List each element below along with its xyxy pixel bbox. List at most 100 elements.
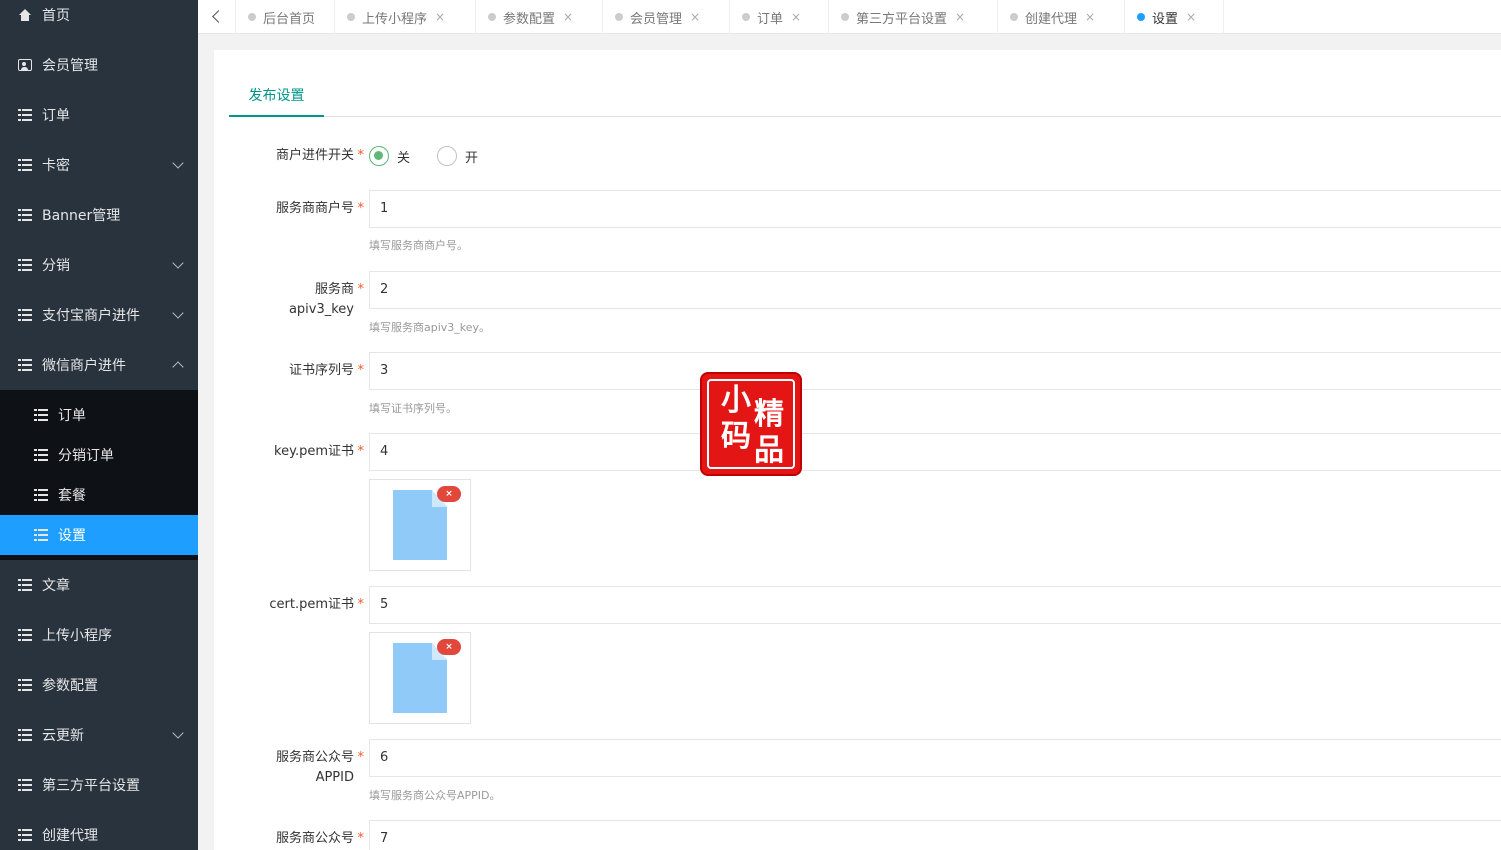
sidebar-item-articles[interactable]: 文章 (0, 560, 198, 610)
sidebar-item-params[interactable]: 参数配置 (0, 660, 198, 710)
tab-home[interactable]: 后台首页 (236, 0, 335, 34)
radio-circle (437, 146, 457, 166)
close-icon[interactable]: × (563, 10, 573, 24)
sidebar-item-label: 参数配置 (42, 678, 98, 694)
required-mark: * (357, 750, 365, 765)
sidebar-item-label: 支付宝商户进件 (42, 308, 140, 324)
tab-members[interactable]: 会员管理 × (603, 0, 730, 34)
cert-pem-upload-preview[interactable]: × (369, 632, 471, 724)
tab-params[interactable]: 参数配置 × (476, 0, 603, 34)
chevron-down-icon (172, 727, 184, 739)
appid-input[interactable]: 6 (369, 739, 1501, 777)
sidebar-item-distribution[interactable]: 分销 (0, 240, 198, 290)
sidebar-item-create-agent[interactable]: 创建代理 (0, 810, 198, 850)
sidebar-item-third-party[interactable]: 第三方平台设置 (0, 760, 198, 810)
required-mark: * (357, 831, 365, 846)
tab-label: 创建代理 (1025, 11, 1078, 27)
seal-char: 精 (754, 397, 784, 432)
cert-serial-input[interactable]: 3 (369, 352, 1501, 390)
form-tab-bar: 发布设置 (229, 76, 1501, 117)
sidebar-item-upload-miniprogram[interactable]: 上传小程序 (0, 610, 198, 660)
sidebar-item-members[interactable]: 会员管理 (0, 40, 198, 90)
field-label-text: 服务商 (314, 282, 354, 297)
apiv3-key-input[interactable]: 2 (369, 271, 1501, 309)
cert-pem-input[interactable]: 5 (369, 586, 1501, 624)
apiv3-key-label: 服务商 * apiv3_key (289, 280, 364, 320)
list-icon (18, 359, 32, 371)
sidebar-item-label: 微信商户进件 (42, 358, 126, 374)
close-icon[interactable]: × (690, 10, 700, 24)
close-icon[interactable]: × (435, 10, 445, 24)
tab-orders[interactable]: 订单 × (730, 0, 829, 34)
close-icon[interactable]: × (1186, 10, 1196, 24)
apiv3-key-tip: 填写服务商apiv3_key。 (369, 321, 491, 334)
list-icon (18, 159, 32, 171)
merchant-id-tip: 填写服务商商户号。 (369, 239, 468, 252)
tab-status-dot (248, 13, 256, 21)
tab-create-agent[interactable]: 创建代理 × (998, 0, 1125, 34)
tab-status-dot (488, 13, 496, 21)
close-icon[interactable]: × (1085, 10, 1095, 24)
sidebar-item-banner[interactable]: Banner管理 (0, 190, 198, 240)
sidebar: 首页 会员管理 订单 卡密 Banner管理 分销 支付宝商户进件 微信商户进件… (0, 0, 198, 850)
tab-status-dot (347, 13, 355, 21)
tab-scroll-left-button[interactable] (198, 0, 236, 34)
sidebar-item-orders[interactable]: 订单 (0, 90, 198, 140)
required-mark: * (357, 444, 365, 459)
sidebar-item-cards[interactable]: 卡密 (0, 140, 198, 190)
sidebar-item-label: 云更新 (42, 728, 84, 744)
official-account-input[interactable]: 7 (369, 820, 1501, 850)
submenu-item-settings[interactable]: 设置 (0, 515, 198, 555)
list-icon (34, 449, 48, 461)
official-account-label: 服务商公众号 * (276, 829, 364, 849)
sidebar-item-label: 卡密 (42, 158, 70, 174)
list-icon (18, 309, 32, 321)
radio-on-label: 开 (465, 150, 479, 166)
close-icon[interactable]: × (791, 10, 801, 24)
sidebar-item-label: 订单 (42, 108, 70, 124)
key-pem-upload-preview[interactable]: × (369, 479, 471, 571)
sidebar-item-label: 首页 (42, 8, 70, 24)
delete-file-button[interactable]: × (437, 639, 461, 655)
field-label-text: 服务商商户号 (275, 201, 354, 216)
submenu-item-packages[interactable]: 套餐 (0, 475, 198, 515)
sidebar-item-label: Banner管理 (42, 208, 121, 224)
sidebar-item-alipay-onboarding[interactable]: 支付宝商户进件 (0, 290, 198, 340)
list-icon (18, 629, 32, 641)
list-icon (18, 729, 32, 741)
sidebar-item-label: 上传小程序 (42, 628, 112, 644)
list-icon (18, 209, 32, 221)
merchant-id-input[interactable]: 1 (369, 190, 1501, 228)
cert-serial-tip: 填写证书序列号。 (369, 402, 457, 415)
radio-off-label: 关 (397, 150, 411, 166)
delete-file-button[interactable]: × (437, 486, 461, 502)
tab-third-party[interactable]: 第三方平台设置 × (829, 0, 998, 34)
key-pem-input[interactable]: 4 (369, 433, 1501, 471)
chevron-down-icon (172, 307, 184, 319)
seal-char: 小 (721, 383, 751, 418)
submenu-item-label: 套餐 (58, 488, 86, 504)
field-label-text: APPID (315, 770, 354, 785)
submenu-item-distribution-orders[interactable]: 分销订单 (0, 435, 198, 475)
tab-publish-settings[interactable]: 发布设置 (229, 76, 324, 117)
sidebar-item-wechat-onboarding[interactable]: 微信商户进件 (0, 340, 198, 390)
field-label-text: 服务商公众号 (275, 750, 354, 765)
list-icon (18, 779, 32, 791)
required-mark: * (357, 282, 365, 297)
tab-settings[interactable]: 设置 × (1125, 0, 1224, 34)
list-icon (34, 529, 48, 541)
tab-label: 参数配置 (503, 11, 556, 27)
tab-upload-miniprogram[interactable]: 上传小程序 × (335, 0, 476, 34)
submenu-item-orders[interactable]: 订单 (0, 395, 198, 435)
tab-bar: 后台首页 上传小程序 × 参数配置 × 会员管理 × 订单 × 第三方平台设置 … (198, 0, 1501, 34)
chevron-down-icon (172, 257, 184, 269)
radio-off[interactable]: 关 (369, 146, 410, 166)
submenu-item-label: 分销订单 (58, 448, 114, 464)
sidebar-item-cloud-update[interactable]: 云更新 (0, 710, 198, 760)
chevron-down-icon (172, 157, 184, 169)
tab-label: 后台首页 (263, 11, 316, 27)
seal-char: 码 (721, 419, 751, 454)
sidebar-item-home[interactable]: 首页 (0, 0, 198, 40)
close-icon[interactable]: × (955, 10, 965, 24)
radio-on[interactable]: 开 (437, 146, 478, 166)
